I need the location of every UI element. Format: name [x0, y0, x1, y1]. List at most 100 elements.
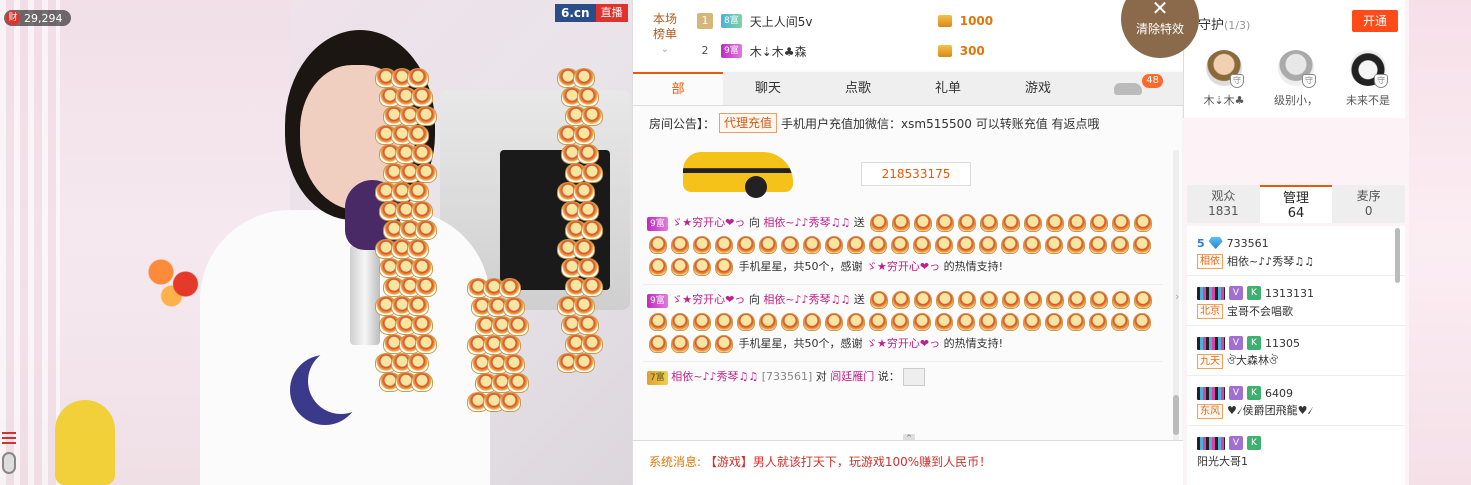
gift-star-icon [1024, 291, 1043, 309]
gift-star-icon [1023, 236, 1041, 254]
gift-effect-right [557, 68, 632, 374]
gift-star-icon [507, 373, 529, 393]
gift-star-icon [503, 297, 525, 317]
wealth-level-badge: 9富 [647, 217, 668, 231]
gift-star-icon [979, 236, 997, 254]
user-list: 5 733561 相依 相依~♪♪秀琴♫♫ V K 1313131 北京 宝哥不… [1187, 226, 1405, 485]
guardian-section: 守护(1/3) 开通 守 木⇣木♣ 守 级别小， 守 未来不是 [1183, 0, 1405, 118]
tab-audience[interactable]: 观众 1831 [1187, 185, 1260, 223]
gift-star-icon [979, 313, 997, 331]
sender-name[interactable]: 相依~♪♪秀琴♫♫ [671, 370, 758, 383]
close-icon: ✕ [1151, 0, 1169, 20]
video-stream[interactable]: 财 29,294 6.cn 直播 [0, 0, 632, 485]
tab-chat[interactable]: 聊天 [723, 72, 813, 105]
gift-star-icon [411, 315, 433, 335]
guardian-user[interactable]: 守 未来不是 [1342, 50, 1394, 108]
open-guardian-button[interactable]: 开通 [1352, 10, 1398, 32]
gift-effect-middle [467, 278, 560, 413]
gift-star-icon [411, 87, 433, 107]
gift-star-icon [415, 220, 437, 240]
gift-star-icon [847, 313, 865, 331]
car-entry: 218533175 [683, 148, 971, 198]
gift-star-icon [825, 236, 843, 254]
mic-icon[interactable] [2, 452, 16, 474]
gift-star-icon [957, 236, 975, 254]
list-item[interactable]: V K 阳光大哥1 [1187, 426, 1405, 476]
receiver-name[interactable]: 相依~♪♪秀琴♫♫ [763, 216, 850, 229]
gift-star-icon [573, 125, 595, 145]
gift-star-icon [577, 144, 599, 164]
rank-row[interactable]: 1 8富 天上人间5v 1000 [697, 8, 1147, 34]
car-image [683, 152, 793, 198]
gift-star-icon [759, 236, 777, 254]
tab-all[interactable]: 部 [633, 72, 723, 105]
gift-star-icon [1068, 291, 1087, 309]
system-message-link[interactable]: 【游戏】男人就该打天下，玩游戏100%赚到人民币！ [705, 455, 991, 469]
gift-star-icon [581, 106, 603, 126]
ranking-label[interactable]: 本场 榜单 ⌄ [645, 12, 685, 57]
wealth-level-badge: 7富 [647, 371, 668, 385]
gift-star-icon [649, 258, 667, 276]
gift-star-icon [577, 315, 599, 335]
menu-icon[interactable] [2, 432, 16, 444]
chat-tabs: 部 聊天 点歌 礼单 游戏 48 [633, 72, 1183, 106]
list-item[interactable]: 5 733561 相依 相依~♪♪秀琴♫♫ [1187, 226, 1405, 276]
tab-gift-list[interactable]: 礼单 [903, 72, 993, 105]
car-user-id[interactable]: 218533175 [861, 162, 971, 186]
fan-badge: 相依 [1197, 253, 1223, 269]
gift-star-icon [936, 214, 955, 232]
gift-star-icon [935, 313, 953, 331]
list-item[interactable]: V K 11305 九天 ঔ大森林ঔ [1187, 326, 1405, 376]
gift-star-icon [671, 258, 689, 276]
gift-star-icon [1024, 214, 1043, 232]
wealth-level-badge: 8富 [721, 14, 742, 28]
gift-star-icon [1045, 236, 1063, 254]
gift-star-icon [1046, 291, 1065, 309]
room-notice: 房间公告】： 代理充值 手机用户充值加微信：xsm515500 可以转账充值 有… [633, 112, 1173, 134]
gift-star-icon [499, 335, 521, 355]
gift-star-icon [870, 291, 889, 309]
list-item[interactable]: V K 1313131 北京 宝哥不会唱歌 [1187, 276, 1405, 326]
sender-name[interactable]: ゞ★穷开心❤っ [671, 216, 745, 229]
tab-mic-queue[interactable]: 麦序 0 [1332, 185, 1405, 223]
gift-message: 9富 ゞ★穷开心❤っ 向 相依~♪♪秀琴♫♫ 送 手机星星，共50个，感谢 ゞ★… [643, 208, 1163, 285]
user-list-scrollbar[interactable] [1395, 228, 1400, 283]
gift-star-icon [914, 291, 933, 309]
sender-name[interactable]: ゞ★穷开心❤っ [671, 293, 745, 306]
gift-star-icon [759, 313, 777, 331]
tab-car[interactable]: 48 [1083, 72, 1173, 105]
gift-effect-left [375, 68, 468, 393]
gift-star-icon [958, 291, 977, 309]
receiver-name[interactable]: 相依~♪♪秀琴♫♫ [763, 293, 850, 306]
user-name: ঔ大森林ঔ [1227, 353, 1279, 367]
list-item[interactable]: V K 6409 东风 ♥৴侯爵团飛龍♥৴ [1187, 376, 1405, 426]
avatar: 守 [1350, 50, 1388, 88]
guardian-user[interactable]: 守 木⇣木♣ [1198, 50, 1250, 108]
tab-song-request[interactable]: 点歌 [813, 72, 903, 105]
gift-star-icon [1112, 291, 1131, 309]
site-logo[interactable]: 6.cn 直播 [555, 4, 628, 22]
guardian-user[interactable]: 守 级别小， [1270, 50, 1322, 108]
gift-star-icon [980, 291, 999, 309]
gift-star-icon [958, 214, 977, 232]
gift-star-icon [1002, 214, 1021, 232]
gift-star-icon [737, 313, 755, 331]
gift-star-icon [1046, 214, 1065, 232]
gift-star-icon [891, 313, 909, 331]
gift-star-icon [415, 277, 437, 297]
vip-icon: V [1229, 436, 1243, 450]
gift-star-icon [715, 236, 733, 254]
session-ranking: 本场 榜单 ⌄ 1 8富 天上人间5v 1000 2 9富 木⇣木♣森 300 [633, 0, 1183, 70]
gift-star-icon [407, 182, 429, 202]
chevron-right-icon[interactable]: › [1175, 290, 1183, 306]
k-icon: K [1247, 336, 1261, 350]
gift-star-icon [1134, 214, 1153, 232]
rank-row[interactable]: 2 9富 木⇣木♣森 300 [697, 38, 1147, 64]
gift-star-icon [693, 236, 711, 254]
gift-star-icon [577, 87, 599, 107]
tab-game[interactable]: 游戏 [993, 72, 1083, 105]
fan-badge: 九天 [1197, 353, 1223, 369]
tab-admins[interactable]: 管理 64 [1259, 185, 1333, 223]
receiver-name[interactable]: 闾廷雁门 [830, 370, 874, 383]
agent-recharge-link[interactable]: 代理充值 [719, 113, 778, 133]
